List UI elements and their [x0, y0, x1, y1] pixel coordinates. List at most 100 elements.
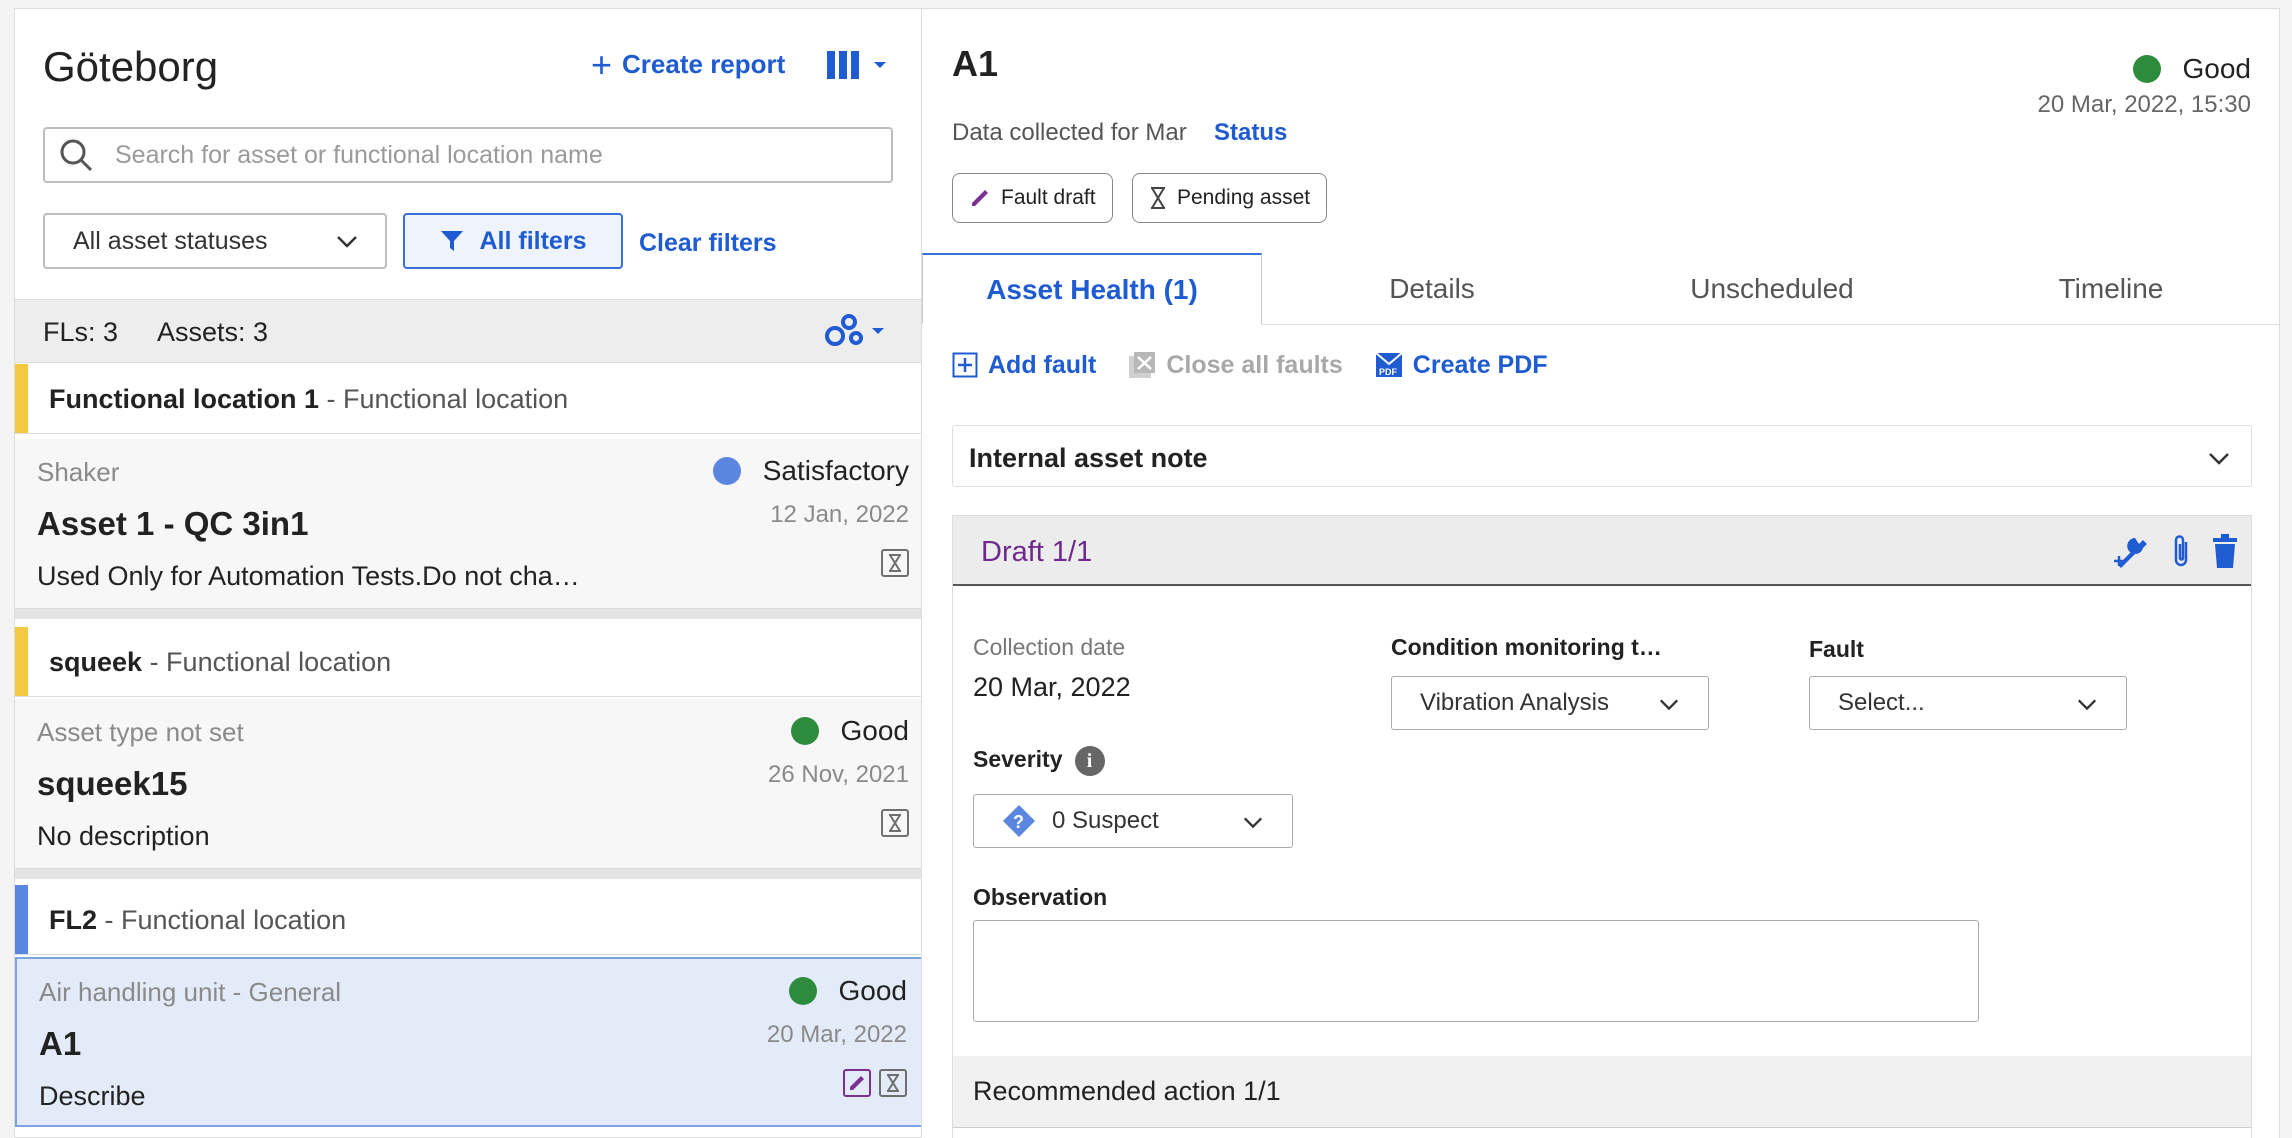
- draft-icon: [843, 1069, 871, 1097]
- fl-accent-bar: [15, 885, 28, 954]
- group-separator: [15, 609, 921, 619]
- internal-asset-note[interactable]: Internal asset note: [952, 425, 2252, 487]
- fl-type: - Functional location: [319, 384, 569, 414]
- pending-asset-label: Pending asset: [1177, 186, 1311, 209]
- asset-name: A1: [39, 1025, 82, 1062]
- asset-card[interactable]: Asset type not set squeek15 No descripti…: [15, 699, 921, 869]
- observation-textarea[interactable]: [973, 920, 1979, 1022]
- asset-status-label: Satisfactory: [762, 455, 909, 486]
- cm-type-label: Condition monitoring t…: [1391, 634, 1662, 660]
- status-dot: [790, 717, 819, 745]
- tab-timeline[interactable]: Timeline: [1942, 253, 2280, 325]
- hourglass-icon: [881, 549, 909, 577]
- severity-value: 0 Suspect: [1052, 807, 1159, 834]
- asset-description: No description: [37, 821, 210, 851]
- asset-type: Asset type not set: [37, 717, 244, 747]
- severity-label: Severity: [973, 746, 1063, 773]
- recommended-action-header[interactable]: Recommended action 1/1: [953, 1056, 2251, 1128]
- fl-row[interactable]: squeek - Functional location: [15, 627, 921, 697]
- tab-details[interactable]: Details: [1262, 253, 1602, 325]
- asset-status-value: All asset statuses: [73, 226, 268, 255]
- observation-label: Observation: [973, 884, 1108, 910]
- asset-icons: [881, 809, 909, 837]
- info-icon[interactable]: i: [1074, 746, 1105, 776]
- asset-description: Describe: [39, 1081, 146, 1111]
- chevron-down-icon: [2209, 453, 2229, 465]
- data-collected-text: Data collected for Mar: [952, 119, 1187, 146]
- close-all-faults-label: Close all faults: [1166, 350, 1343, 379]
- svg-text:?: ?: [1013, 812, 1024, 832]
- tab-bar: Asset Health (1) Details Unscheduled Tim…: [922, 253, 2280, 325]
- fl-title: squeek: [49, 647, 143, 677]
- add-fault-button[interactable]: Add fault: [952, 351, 1096, 380]
- asset-icons: [843, 1069, 907, 1097]
- fl-row[interactable]: Functional location 1 - Functional locat…: [15, 364, 921, 434]
- edit-icon: [972, 190, 988, 206]
- create-pdf-button[interactable]: PDF Create PDF: [1375, 351, 1548, 380]
- hourglass-icon: [1151, 187, 1165, 209]
- trash-icon[interactable]: [2211, 534, 2239, 570]
- close-all-faults-button[interactable]: Close all faults: [1128, 350, 1343, 380]
- group-separator: [15, 869, 921, 879]
- fl-accent-bar: [15, 364, 28, 433]
- asset-icons: [881, 549, 909, 577]
- fl-name: FL2 - Functional location: [49, 905, 346, 936]
- draft-header: Draft 1/1: [953, 516, 2251, 586]
- asset-date: 26 Nov, 2021: [768, 761, 909, 788]
- draft-actions: [2113, 534, 2239, 570]
- asset-type: Air handling unit - General: [39, 977, 342, 1007]
- plus-icon: +: [591, 43, 613, 85]
- asset-status: Good: [2132, 53, 2251, 85]
- columns-menu-button[interactable]: [827, 51, 887, 79]
- asset-status: Good: [788, 975, 908, 1007]
- asset-card-selected[interactable]: Air handling unit - General A1 Describe …: [15, 957, 921, 1127]
- fault-draft-chip[interactable]: Fault draft: [952, 173, 1113, 223]
- columns-icon: [827, 51, 859, 79]
- asset-type: Shaker: [37, 457, 120, 487]
- tab-asset-health[interactable]: Asset Health (1): [922, 253, 1262, 325]
- status-link[interactable]: Status: [1214, 119, 1287, 147]
- cm-type-select[interactable]: Vibration Analysis: [1391, 676, 1709, 730]
- asset-status-select[interactable]: All asset statuses: [43, 213, 387, 269]
- fl-accent-bar: [15, 627, 28, 696]
- asset-status-label: Good: [838, 975, 908, 1006]
- create-report-button[interactable]: + Create report: [591, 43, 785, 85]
- all-filters-button[interactable]: All filters: [403, 213, 623, 269]
- asset-date: 20 Mar, 2022: [766, 1021, 907, 1048]
- recommended-action-label: Recommended action 1/1: [973, 1076, 1281, 1106]
- pending-asset-chip[interactable]: Pending asset: [1132, 173, 1328, 223]
- fl-title: Functional location 1: [49, 384, 320, 414]
- clear-filters-link[interactable]: Clear filters: [639, 229, 777, 258]
- wrench-icon[interactable]: [2113, 534, 2151, 570]
- asset-name: squeek15: [37, 765, 188, 802]
- close-square-icon: [1129, 352, 1156, 378]
- tab-unscheduled[interactable]: Unscheduled: [1602, 253, 1942, 325]
- asset-status-label: Good: [840, 715, 910, 746]
- asset-card[interactable]: Shaker Asset 1 - QC 3in1 Used Only for A…: [15, 439, 921, 609]
- add-square-icon: [952, 352, 978, 378]
- status-dot: [788, 977, 817, 1005]
- search-icon: [60, 139, 93, 172]
- caret-down-icon: [874, 62, 886, 68]
- fault-draft-label: Fault draft: [1001, 186, 1096, 209]
- attachment-icon[interactable]: [2169, 534, 2193, 570]
- fault-select[interactable]: Select...: [1809, 676, 2127, 730]
- severity-select[interactable]: ? 0 Suspect: [973, 794, 1293, 848]
- chevron-down-icon: [337, 236, 357, 248]
- fault-toolbar: Add fault Close all faults PDF Create PD…: [952, 345, 1580, 385]
- fault-label: Fault: [1809, 636, 1864, 662]
- fault-draft-card: Draft 1/1 Collection date 20 Mar, 2022 C…: [952, 515, 2252, 1138]
- status-dot: [2132, 55, 2161, 83]
- hierarchy-icon: [825, 314, 863, 346]
- hierarchy-menu-button[interactable]: [825, 314, 885, 348]
- search-input[interactable]: [115, 140, 855, 170]
- draft-title: Draft 1/1: [981, 536, 1093, 568]
- fl-row[interactable]: FL2 - Functional location: [15, 885, 921, 955]
- add-fault-label: Add fault: [988, 350, 1097, 379]
- status-dot: [712, 457, 741, 485]
- asset-status: Good: [790, 715, 910, 747]
- chevron-down-icon: [1659, 699, 1679, 711]
- asset-date: 20 Mar, 2022, 15:30: [2037, 91, 2252, 118]
- pdf-icon: PDF: [1375, 352, 1403, 377]
- cm-type-value: Vibration Analysis: [1420, 689, 1609, 716]
